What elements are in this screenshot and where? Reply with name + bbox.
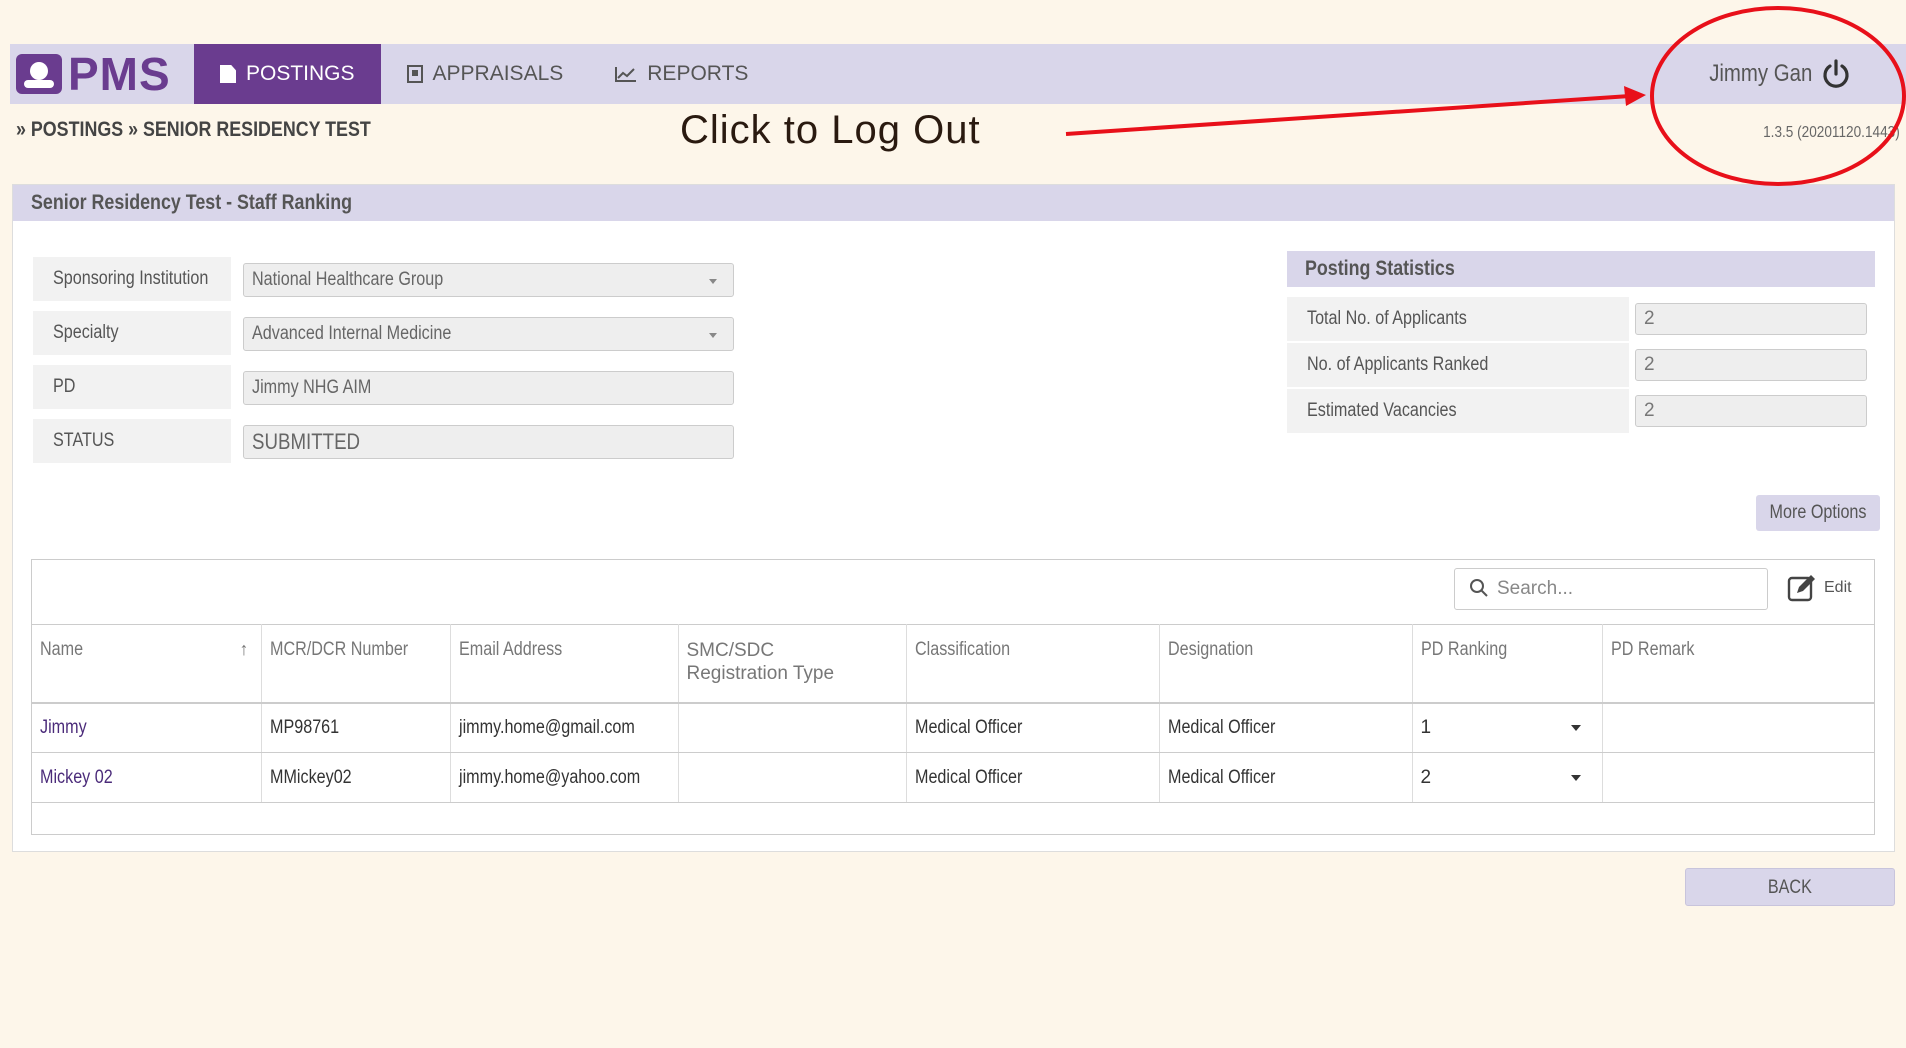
pms-logo[interactable]: PMS — [16, 50, 171, 98]
stat-applicants-ranked: No. of Applicants Ranked 2 — [1287, 343, 1875, 387]
user-name: Jimmy Gan — [1708, 60, 1812, 87]
column-header-pd-remark[interactable]: PD Remark — [1602, 624, 1874, 704]
column-header-smc[interactable]: SMC/SDC Registration Type — [678, 624, 907, 704]
nav-label-postings: POSTINGS — [246, 62, 355, 85]
cell-classification: Medical Officer — [906, 752, 1160, 803]
chevron-down-icon — [1570, 774, 1581, 781]
search-input[interactable] — [1497, 575, 1757, 603]
table-row: Jimmy MP98761 jimmy.home@gmail.com Medic… — [32, 702, 1874, 753]
pd-field: Jimmy NHG AIM — [243, 371, 734, 405]
top-navigation-bar: PMS POSTINGS APPRAISALS REPORTS Jimmy Ga… — [10, 44, 1906, 104]
logout-button[interactable] — [1820, 58, 1852, 90]
more-options-button[interactable]: More Options — [1756, 495, 1880, 531]
annotation-callout-text: Click to Log Out — [680, 108, 981, 152]
field-label: STATUS — [33, 419, 231, 463]
cell-mcr: MP98761 — [261, 702, 451, 753]
ranking-table-container: Edit Name↑ MCR/DCR Number Email Address … — [31, 559, 1875, 835]
chevron-down-icon — [1570, 724, 1581, 731]
cell-mcr: MMickey02 — [261, 752, 451, 803]
stat-estimated-vacancies: Estimated Vacancies 2 — [1287, 389, 1875, 433]
search-box[interactable] — [1454, 568, 1768, 610]
chevron-down-icon — [709, 279, 717, 284]
search-icon — [1470, 579, 1488, 597]
logo-text: PMS — [68, 48, 171, 100]
nav-item-appraisals[interactable]: APPRAISALS — [381, 44, 590, 104]
field-label: Specialty — [33, 311, 231, 355]
edit-button[interactable]: Edit — [1786, 570, 1852, 606]
stat-value: 2 — [1635, 349, 1867, 381]
sort-ascending-icon[interactable]: ↑ — [240, 639, 249, 660]
cell-email: jimmy.home@yahoo.com — [450, 752, 679, 803]
panel-title: Senior Residency Test - Staff Ranking — [31, 191, 353, 214]
stat-label: Estimated Vacancies — [1287, 389, 1629, 433]
edit-icon — [1787, 575, 1815, 602]
column-header-name[interactable]: Name ↑ — [32, 624, 262, 704]
cell-email: jimmy.home@gmail.com — [450, 702, 679, 753]
pd-ranking-select[interactable]: 2 — [1421, 763, 1581, 793]
nav-item-postings[interactable]: POSTINGS — [194, 44, 381, 104]
cell-pd-remark[interactable] — [1602, 702, 1874, 753]
power-icon — [1823, 59, 1849, 88]
cell-smc — [678, 702, 907, 753]
main-nav: POSTINGS APPRAISALS REPORTS — [194, 44, 774, 104]
column-header-designation[interactable]: Designation — [1159, 624, 1413, 704]
cell-name-link[interactable]: Mickey 02 — [32, 752, 262, 803]
field-label: Sponsoring Institution — [33, 257, 231, 301]
table-header-row: Name ↑ MCR/DCR Number Email Address SMC/S… — [32, 624, 1874, 704]
nav-item-reports[interactable]: REPORTS — [589, 44, 774, 104]
field-label: PD — [33, 365, 231, 409]
cell-name-link[interactable]: Jimmy — [32, 702, 262, 753]
edit-label: Edit — [1824, 579, 1852, 596]
stats-title: Posting Statistics — [1287, 251, 1875, 287]
stat-label: Total No. of Applicants — [1287, 297, 1629, 341]
column-header-email[interactable]: Email Address — [450, 624, 679, 704]
document-icon — [220, 65, 236, 83]
panel-header: Senior Residency Test - Staff Ranking — [13, 185, 1894, 221]
nav-label-reports: REPORTS — [647, 62, 749, 85]
chevron-down-icon — [709, 333, 717, 338]
table-row: Mickey 02 MMickey02 jimmy.home@yahoo.com… — [32, 752, 1874, 803]
pd-ranking-select[interactable]: 1 — [1421, 713, 1581, 743]
sponsoring-institution-select[interactable]: National Healthcare Group — [243, 263, 734, 297]
stat-value: 2 — [1635, 303, 1867, 335]
appraisal-book-icon — [406, 65, 423, 83]
specialty-select[interactable]: Advanced Internal Medicine — [243, 317, 734, 351]
back-button[interactable]: BACK — [1685, 868, 1895, 906]
posting-statistics: Posting Statistics Total No. of Applican… — [1287, 251, 1875, 433]
cell-pd-remark[interactable] — [1602, 752, 1874, 803]
column-header-mcr[interactable]: MCR/DCR Number — [261, 624, 451, 704]
cell-designation: Medical Officer — [1159, 752, 1413, 803]
stat-label: No. of Applicants Ranked — [1287, 343, 1629, 387]
cell-classification: Medical Officer — [906, 702, 1160, 753]
status-field: SUBMITTED — [243, 425, 734, 459]
staff-ranking-table: Name ↑ MCR/DCR Number Email Address SMC/S… — [32, 624, 1874, 803]
line-chart-icon — [615, 66, 637, 82]
stat-value: 2 — [1635, 395, 1867, 427]
cell-pd-ranking: 1 — [1412, 702, 1603, 753]
pms-logo-icon — [16, 54, 62, 94]
staff-ranking-panel: Senior Residency Test - Staff Ranking Sp… — [12, 184, 1895, 852]
column-header-classification[interactable]: Classification — [906, 624, 1160, 704]
breadcrumb[interactable]: » POSTINGS » SENIOR RESIDENCY TEST — [16, 118, 371, 142]
version-label: 1.3.5 (20201120.1443) — [1763, 124, 1900, 141]
cell-designation: Medical Officer — [1159, 702, 1413, 753]
column-header-pd-ranking[interactable]: PD Ranking — [1412, 624, 1603, 704]
nav-label-appraisals: APPRAISALS — [432, 62, 564, 85]
cell-smc — [678, 752, 907, 803]
cell-pd-ranking: 2 — [1412, 752, 1603, 803]
stat-total-applicants: Total No. of Applicants 2 — [1287, 297, 1875, 341]
